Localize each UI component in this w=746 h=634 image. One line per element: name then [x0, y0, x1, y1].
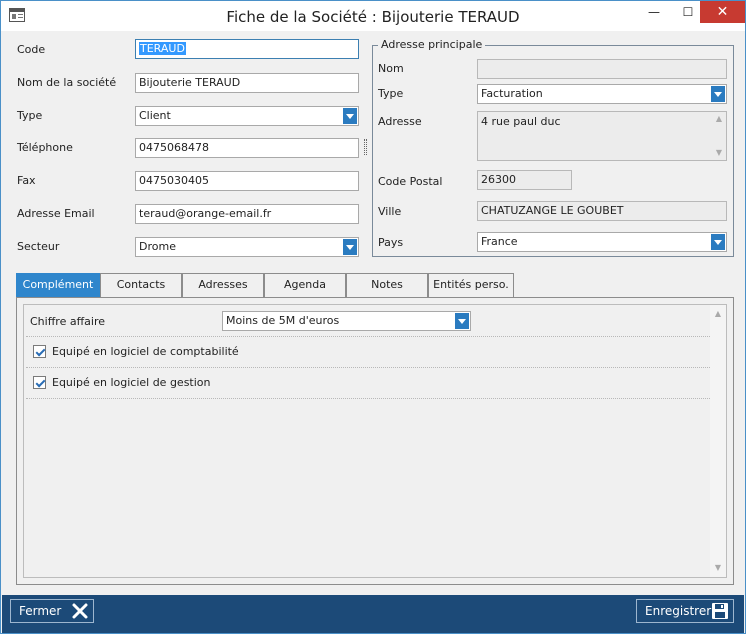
email-field[interactable]: teraud@orange-email.fr	[135, 204, 359, 224]
tab-contacts[interactable]: Contacts	[100, 273, 182, 297]
tab-panel: Chiffre affaire Moins de 5M d'euros Equi…	[16, 297, 734, 585]
floppy-disk-icon	[712, 603, 728, 619]
revenue-value: Moins de 5M d'euros	[226, 314, 340, 327]
tab-addresses[interactable]: Adresses	[182, 273, 264, 297]
city-field[interactable]: CHATUZANGE LE GOUBET	[477, 201, 727, 221]
company-name-label: Nom de la société	[17, 76, 117, 89]
code-field[interactable]: TERAUD	[135, 39, 359, 59]
revenue-select[interactable]: Moins de 5M d'euros	[222, 311, 471, 331]
scroll-up-icon[interactable]: ▲	[711, 114, 726, 124]
form-body: Code TERAUD Nom de la société Bijouterie…	[2, 31, 744, 595]
close-window-button[interactable]: ✕	[700, 1, 745, 23]
minimize-button[interactable]: —	[637, 1, 671, 23]
country-select[interactable]: France	[477, 232, 727, 252]
x-icon	[72, 603, 88, 619]
close-form-label: Fermer	[19, 604, 62, 618]
address-type-select[interactable]: Facturation	[477, 84, 727, 104]
tab-agenda[interactable]: Agenda	[264, 273, 346, 297]
address-street-label: Adresse	[378, 115, 422, 128]
type-value: Client	[139, 109, 171, 122]
address-name-label: Nom	[378, 62, 404, 75]
window-title: Fiche de la Société : Bijouterie TERAUD	[226, 8, 520, 26]
divider	[26, 398, 710, 399]
address-type-label: Type	[378, 87, 404, 100]
fax-label: Fax	[17, 174, 36, 187]
type-label: Type	[17, 109, 43, 122]
complement-panel: Chiffre affaire Moins de 5M d'euros Equi…	[23, 304, 727, 578]
type-select[interactable]: Client	[135, 106, 359, 126]
vertical-scrollbar[interactable]: ▲ ▼	[710, 305, 726, 577]
scroll-down-icon[interactable]: ▼	[710, 561, 726, 575]
chevron-down-icon[interactable]	[455, 313, 469, 329]
chevron-down-icon[interactable]	[343, 108, 357, 124]
postal-code-label: Code Postal	[378, 175, 443, 188]
chevron-down-icon[interactable]	[711, 234, 725, 250]
city-label: Ville	[378, 205, 402, 218]
code-label: Code	[17, 43, 46, 56]
address-type-value: Facturation	[481, 87, 543, 100]
management-software-label: Equipé en logiciel de gestion	[52, 376, 211, 389]
footer-bar: Fermer Enregistrer	[2, 595, 744, 633]
accounting-software-checkbox[interactable]	[33, 345, 46, 358]
scroll-up-icon[interactable]: ▲	[710, 307, 726, 321]
accounting-software-label: Equipé en logiciel de comptabilité	[52, 345, 239, 358]
phone-field[interactable]: 0475068478	[135, 138, 359, 158]
main-address-title: Adresse principale	[378, 38, 486, 51]
tab-custom-entities[interactable]: Entités perso.	[428, 273, 514, 297]
window: Fiche de la Société : Bijouterie TERAUD …	[0, 0, 746, 634]
fax-field[interactable]: 0475030405	[135, 171, 359, 191]
sector-value: Drome	[139, 240, 176, 253]
email-label: Adresse Email	[17, 207, 95, 220]
chevron-down-icon[interactable]	[343, 239, 357, 255]
divider	[26, 336, 710, 337]
address-street-value: 4 rue paul duc	[481, 115, 561, 128]
address-street-field[interactable]: 4 rue paul duc ▲ ▼	[477, 111, 727, 161]
save-button[interactable]: Enregistrer	[636, 599, 734, 623]
phone-label: Téléphone	[17, 141, 73, 154]
code-value: TERAUD	[139, 42, 186, 55]
sector-label: Secteur	[17, 240, 60, 253]
chevron-down-icon[interactable]	[711, 86, 725, 102]
tab-notes[interactable]: Notes	[346, 273, 428, 297]
splitter-grip[interactable]	[364, 139, 367, 155]
postal-code-field[interactable]: 26300	[477, 170, 572, 190]
sector-select[interactable]: Drome	[135, 237, 359, 257]
revenue-label: Chiffre affaire	[30, 315, 105, 328]
save-label: Enregistrer	[645, 604, 712, 618]
scroll-down-icon[interactable]: ▼	[711, 148, 726, 158]
title-bar: Fiche de la Société : Bijouterie TERAUD …	[1, 1, 745, 31]
tab-complement[interactable]: Complément	[16, 273, 100, 297]
country-label: Pays	[378, 236, 404, 249]
company-name-field[interactable]: Bijouterie TERAUD	[135, 73, 359, 93]
close-form-button[interactable]: Fermer	[10, 599, 94, 623]
divider	[26, 367, 710, 368]
management-software-checkbox[interactable]	[33, 376, 46, 389]
country-value: France	[481, 235, 518, 248]
address-name-field[interactable]	[477, 59, 727, 79]
